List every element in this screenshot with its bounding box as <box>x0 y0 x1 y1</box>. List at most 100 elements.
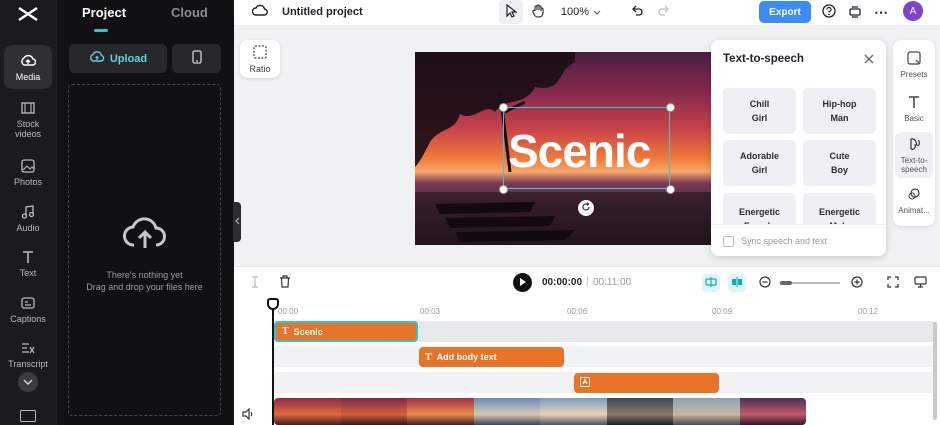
time-separator: | <box>586 276 589 287</box>
resize-handle[interactable] <box>499 185 508 194</box>
rotate-handle[interactable] <box>578 200 594 216</box>
sync-label: Sync speech and text <box>741 236 828 246</box>
print-button[interactable] <box>846 0 864 24</box>
cloud-upload-icon <box>123 215 167 251</box>
video-thumbnail <box>407 398 474 425</box>
voice-name: Cute <box>829 151 850 161</box>
play-button[interactable] <box>513 273 532 292</box>
upload-dropzone[interactable]: There's nothing yet Drag and drop your f… <box>68 84 221 416</box>
cloud-upload-icon <box>89 51 105 66</box>
rail-item-text-to-speech[interactable]: Text-to- speech <box>895 132 933 178</box>
video-thumbnail <box>540 398 607 425</box>
voice-option[interactable]: Hip-hop Man <box>803 88 876 134</box>
text-to-speech-clip[interactable] <box>574 373 719 393</box>
resize-handle[interactable] <box>499 103 508 112</box>
rail-label: Photos <box>13 176 43 187</box>
undo-button[interactable] <box>626 0 648 24</box>
fit-button[interactable] <box>884 274 902 292</box>
more-icon: ⋯ <box>874 3 888 20</box>
monitor-button[interactable] <box>911 274 929 292</box>
link-toggle[interactable] <box>728 274 746 292</box>
phone-upload-button[interactable] <box>172 44 221 73</box>
hand-icon <box>531 3 545 21</box>
zoom-dropdown[interactable]: 100% <box>559 0 603 24</box>
delete-button[interactable] <box>276 274 294 292</box>
rail-item-media[interactable]: Media <box>4 45 52 89</box>
resize-handle[interactable] <box>666 185 675 194</box>
magnet-toggle[interactable] <box>702 274 720 292</box>
trash-icon <box>279 275 291 291</box>
rail-item-animation[interactable]: Animat... <box>895 180 933 222</box>
text-clip-body[interactable]: T Add body text <box>419 347 564 367</box>
undo-icon <box>631 5 643 20</box>
chevron-left-icon <box>234 217 240 227</box>
clip-label: Add body text <box>436 352 497 362</box>
text-selection-box[interactable] <box>503 107 670 189</box>
more-button[interactable]: ⋯ <box>872 0 890 24</box>
keyboard-icon[interactable] <box>20 410 36 422</box>
rail-item-text[interactable]: Text <box>4 241 52 285</box>
voice-name: Chill <box>749 99 770 109</box>
rail-item-basic[interactable]: Basic <box>895 88 933 130</box>
rail-item-presets[interactable]: Presets <box>895 44 933 86</box>
minus-icon <box>759 275 771 291</box>
playhead[interactable] <box>272 300 274 425</box>
rail-label: Captions <box>10 313 46 324</box>
monitor-icon <box>913 275 927 291</box>
tab-indicator <box>94 29 108 32</box>
rail-item-photos[interactable]: Photos <box>4 150 52 194</box>
zoom-out-button[interactable] <box>756 274 774 292</box>
close-icon <box>864 52 874 67</box>
expand-rail-button[interactable] <box>18 372 38 392</box>
voice-name: Energetic <box>738 207 780 217</box>
magnet-icon <box>705 276 717 290</box>
empty-text: There's nothing yet <box>106 270 183 280</box>
avatar[interactable]: A <box>903 1 923 21</box>
playhead-handle[interactable] <box>267 298 279 310</box>
music-icon <box>20 204 36 220</box>
voice-option[interactable]: Adorable Girl <box>723 140 796 186</box>
rail-item-transcript[interactable]: Transcript <box>4 332 52 376</box>
upload-button[interactable]: Upload <box>69 44 167 73</box>
zoom-value: 100% <box>560 6 590 18</box>
hand-tool-button[interactable] <box>526 0 550 24</box>
media-panel: Project Cloud Upload There's nothing yet… <box>56 0 234 425</box>
rail-item-audio[interactable]: Audio <box>4 196 52 240</box>
resize-handle[interactable] <box>666 103 675 112</box>
video-clip[interactable] <box>274 398 806 425</box>
close-button[interactable] <box>864 52 874 67</box>
timeline-scrollbar[interactable] <box>933 322 937 420</box>
zoom-slider-thumb[interactable] <box>780 281 792 285</box>
image-icon <box>20 158 36 174</box>
voice-option[interactable]: Cute Boy <box>803 140 876 186</box>
time-tick: 00:03 <box>420 307 441 316</box>
capcut-logo-icon[interactable] <box>16 4 40 24</box>
voice-option[interactable]: Chill Girl <box>723 88 796 134</box>
mute-button[interactable] <box>242 407 260 425</box>
rail-item-captions[interactable]: Captions <box>4 287 52 331</box>
speech-icon <box>907 137 921 154</box>
cloud-sync-icon[interactable] <box>251 4 268 20</box>
time-ruler[interactable]: 00:00 00:03 00:06 00:09 00:12 <box>234 298 940 318</box>
text-clip-scenic[interactable]: T Scenic <box>274 321 418 342</box>
sync-checkbox[interactable] <box>723 236 734 247</box>
rail-item-stock-videos[interactable]: Stock videos <box>4 96 52 142</box>
stack-icon <box>848 4 862 21</box>
panel-collapse-handle[interactable] <box>233 202 241 242</box>
current-time: 00:00:00 <box>542 277 583 288</box>
redo-button[interactable] <box>653 0 675 24</box>
tab-cloud[interactable]: Cloud <box>171 5 208 20</box>
voice-name: Adorable <box>739 151 779 161</box>
help-button[interactable] <box>820 0 838 24</box>
time-tick: 00:00 <box>278 307 299 316</box>
text-track[interactable] <box>274 346 936 367</box>
panel-title: Text-to-speech <box>723 53 804 65</box>
export-button[interactable]: Export <box>759 1 811 23</box>
tab-project[interactable]: Project <box>82 5 126 20</box>
select-tool-button[interactable] <box>499 0 523 24</box>
split-button[interactable] <box>246 274 264 292</box>
play-icon <box>519 277 526 289</box>
project-title[interactable]: Untitled project <box>282 6 363 18</box>
ratio-button[interactable]: Ratio <box>240 40 280 78</box>
zoom-in-button[interactable] <box>848 274 866 292</box>
